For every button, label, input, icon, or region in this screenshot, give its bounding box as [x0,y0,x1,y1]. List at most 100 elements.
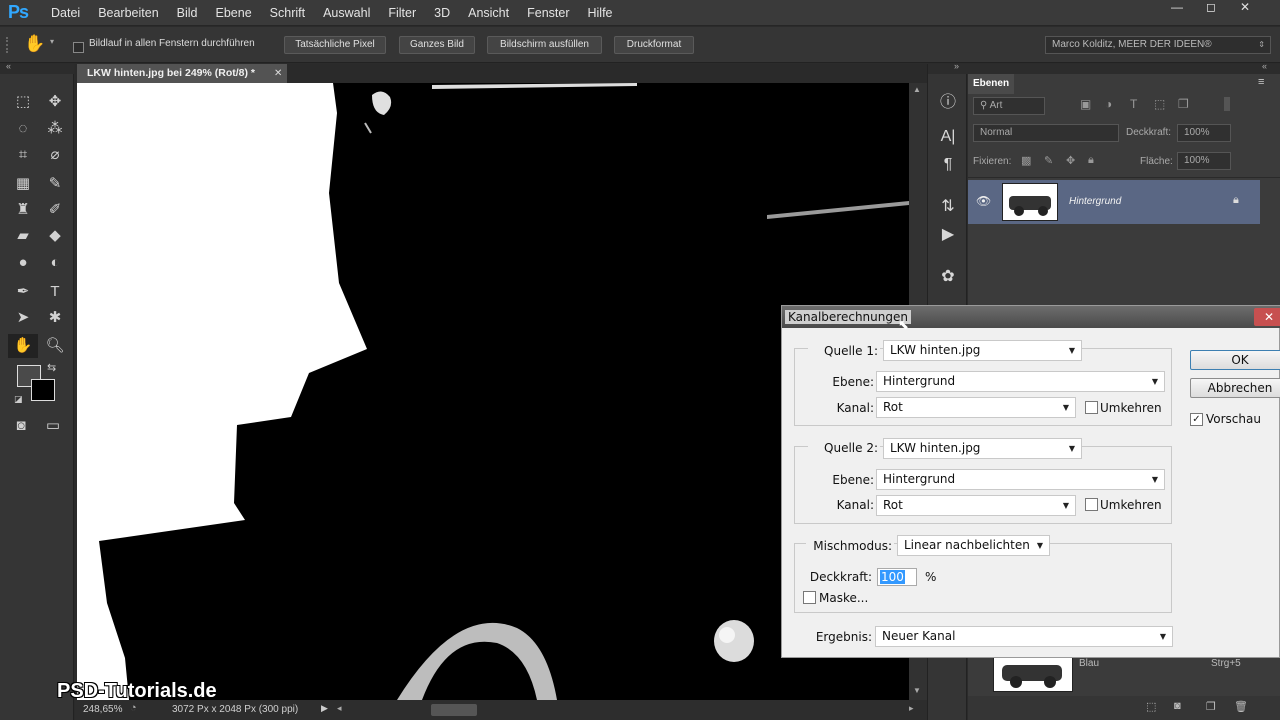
zoom-tool-icon[interactable]: 🔍︎ [42,334,68,358]
channel-row-blau[interactable]: Blau Strg+5 [968,654,1280,694]
ok-button[interactable]: OK [1190,350,1280,370]
source1-layer-select[interactable]: Hintergrund ▼ [876,371,1165,392]
path-selection-icon[interactable]: ➤ [10,306,36,330]
status-info-icon[interactable]: ◔ [130,702,137,714]
dodge-tool-icon[interactable]: ◐ [42,251,68,275]
scroll-up-icon[interactable]: ▲ [913,85,921,94]
blur-tool-icon[interactable]: ● [10,251,36,275]
paragraph-icon[interactable]: ¶ [937,156,959,178]
swap-colors-icon[interactable]: ⇆ [47,361,56,374]
source1-channel-select[interactable]: Rot ▼ [876,397,1076,418]
menu-3d[interactable]: 3D [425,0,459,26]
menu-datei[interactable]: Datei [42,0,89,26]
quick-selection-icon[interactable]: ⁂ [42,117,68,141]
lasso-tool-icon[interactable]: ◌ [10,117,36,141]
history-brush-icon[interactable]: ✐ [42,198,68,222]
filter-shape-icon[interactable]: ⬚ [1154,97,1165,111]
scroll-left-icon[interactable]: ◂ [337,703,342,714]
quick-mask-icon[interactable]: ◙ [8,414,34,438]
print-size-button[interactable]: Druckformat [614,36,694,54]
filter-pixel-icon[interactable]: ▣ [1080,97,1091,111]
menu-fenster[interactable]: Fenster [518,0,578,26]
filter-toggle[interactable] [1224,97,1230,111]
actual-pixels-button[interactable]: Tatsächliche Pixel [284,36,386,54]
background-color-swatch[interactable] [31,379,55,401]
healing-brush-icon[interactable]: ▦ [10,172,36,196]
visibility-eye-icon[interactable]: 👁︎ [976,194,991,208]
marquee-tool-icon[interactable]: ⬚ [10,90,36,114]
type-tool-icon[interactable]: T [42,280,68,304]
source1-file-select[interactable]: LKW hinten.jpg ▼ [883,340,1082,361]
mask-checkbox[interactable] [803,591,816,604]
menu-bild[interactable]: Bild [168,0,207,26]
lock-transparent-icon[interactable]: ▩ [1021,154,1031,167]
hand-tool-icon[interactable]: ✋ [24,34,45,54]
scroll-right-icon[interactable]: ▸ [909,703,914,714]
panel-menu-icon[interactable]: ≡ [1258,76,1264,88]
source1-invert-checkbox[interactable] [1085,401,1098,414]
result-select[interactable]: Neuer Kanal ▼ [875,626,1173,647]
source2-file-select[interactable]: LKW hinten.jpg ▼ [883,438,1082,459]
minimize-button[interactable]: — [1160,0,1194,16]
menu-ansicht[interactable]: Ansicht [459,0,518,26]
opacity-input[interactable]: 100 [877,568,917,586]
layer-row-hintergrund[interactable]: 👁︎ Hintergrund 🔒︎ [968,180,1260,224]
scroll-down-icon[interactable]: ▼ [913,686,921,695]
history-icon[interactable]: ⇅ [937,196,959,218]
source2-layer-select[interactable]: Hintergrund ▼ [876,469,1165,490]
collapse-panel-icon[interactable]: « [1262,61,1267,71]
swatches-icon[interactable]: ✿ [937,266,959,288]
blend-mode-select[interactable]: Linear nachbelichten ▼ [897,535,1050,556]
close-tab-icon[interactable]: ✕ [274,64,282,83]
paint-bucket-icon[interactable]: ◆ [42,224,68,248]
screen-mode-icon[interactable]: ▭ [40,414,66,438]
fill-input[interactable]: 100% [1177,152,1231,170]
workspace-select[interactable]: Marco Kolditz, MEER DER IDEEN® ⇕ [1045,36,1271,54]
pen-tool-icon[interactable]: ✒ [10,280,36,304]
preview-checkbox[interactable]: ✓ [1190,413,1203,426]
save-selection-icon[interactable]: ◙ [1174,700,1181,712]
restore-button[interactable]: ◻ [1194,0,1228,16]
eraser-tool-icon[interactable]: ▰ [10,224,36,248]
lock-position-icon[interactable]: ✥ [1066,154,1075,167]
scroll-all-checkbox[interactable] [73,39,84,57]
lock-all-icon[interactable]: 🔒︎ [1088,154,1094,167]
menu-hilfe[interactable]: Hilfe [579,0,622,26]
document-tab[interactable]: LKW hinten.jpg bei 249% (Rot/8) * ✕ [77,64,287,83]
tab-ebenen[interactable]: Ebenen [968,74,1014,94]
lock-image-icon[interactable]: ✎ [1044,154,1053,167]
filter-smart-object-icon[interactable]: ❐ [1178,97,1189,111]
horizontal-scroll-thumb[interactable] [431,704,477,716]
character-icon[interactable]: A| [937,128,959,150]
dialog-close-button[interactable]: ✕ [1254,308,1280,326]
menu-schrift[interactable]: Schrift [261,0,314,26]
fill-screen-button[interactable]: Bildschirm ausfüllen [487,36,602,54]
info-icon[interactable]: ⓘ [937,88,959,111]
zoom-level[interactable]: 248,65% [83,704,122,715]
load-selection-icon[interactable]: ⬚ [1146,700,1156,713]
collapse-arrows-icon[interactable]: « [6,61,11,71]
menu-bearbeiten[interactable]: Bearbeiten [89,0,167,26]
menu-ebene[interactable]: Ebene [207,0,261,26]
custom-shape-icon[interactable]: ✱ [42,306,68,330]
move-tool-icon[interactable]: ✥ [42,90,68,114]
brush-tool-icon[interactable]: ✎ [42,172,68,196]
opacity-input[interactable]: 100% [1177,124,1231,142]
tool-preset-arrow-icon[interactable]: ▾ [50,37,54,46]
fit-screen-button[interactable]: Ganzes Bild [399,36,475,54]
source2-channel-select[interactable]: Rot ▼ [876,495,1076,516]
hand-tool-active[interactable]: ✋ [8,334,38,358]
filter-adjustment-icon[interactable]: ◑ [1105,97,1112,111]
blend-mode-select[interactable]: Normal [973,124,1119,142]
cancel-button[interactable]: Abbrechen [1190,378,1280,398]
dialog-titlebar[interactable]: Kanalberechnungen ⬉ ✕ [782,306,1280,333]
source2-invert-checkbox[interactable] [1085,498,1098,511]
eyedropper-icon[interactable]: ⌀ [42,143,68,167]
clone-stamp-icon[interactable]: ♜ [10,198,36,222]
delete-icon[interactable]: 🗑︎ [1234,700,1248,713]
filter-type-icon[interactable]: T [1130,97,1137,111]
new-channel-icon[interactable]: ❐ [1206,700,1216,713]
close-button[interactable]: ✕ [1228,0,1262,16]
menu-filter[interactable]: Filter [379,0,425,26]
expand-arrows-icon[interactable]: » [954,61,959,71]
